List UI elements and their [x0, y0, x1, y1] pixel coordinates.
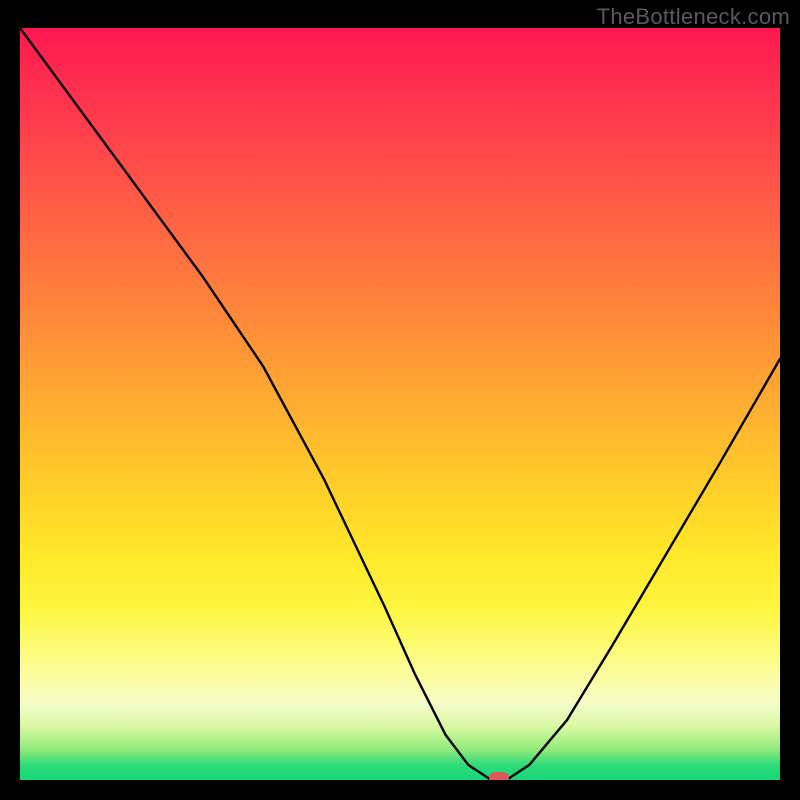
bottleneck-curve	[20, 28, 780, 780]
plot-area	[20, 28, 780, 780]
optimum-marker	[489, 772, 509, 780]
watermark-text: TheBottleneck.com	[597, 4, 790, 30]
curve-path	[20, 28, 780, 780]
chart-frame: TheBottleneck.com	[0, 0, 800, 800]
